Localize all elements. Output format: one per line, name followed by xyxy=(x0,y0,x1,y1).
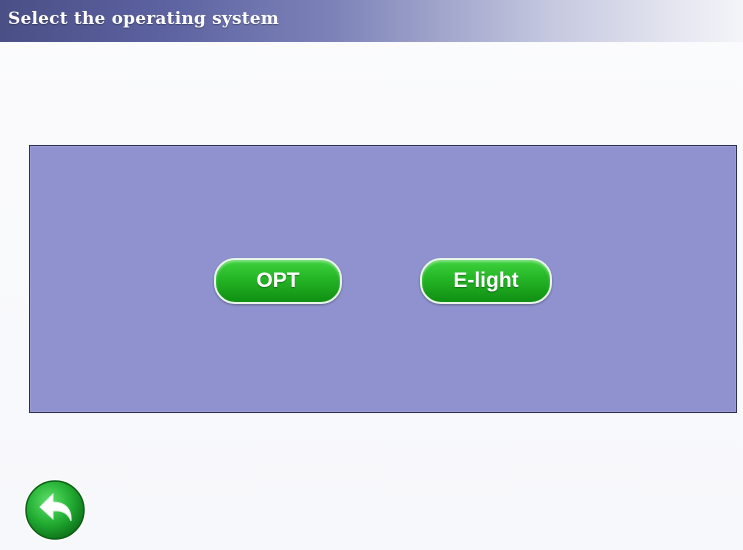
back-arrow-icon xyxy=(24,479,86,541)
back-button[interactable] xyxy=(22,477,88,543)
title-bar: Select the operating system xyxy=(0,0,743,42)
page-title: Select the operating system xyxy=(8,9,279,29)
opt-button[interactable]: OPT xyxy=(214,258,342,304)
e-light-button[interactable]: E-light xyxy=(420,258,552,304)
os-selection-panel: OPT E-light xyxy=(29,145,737,413)
screen: Select the operating system OPT E-light xyxy=(0,0,743,550)
